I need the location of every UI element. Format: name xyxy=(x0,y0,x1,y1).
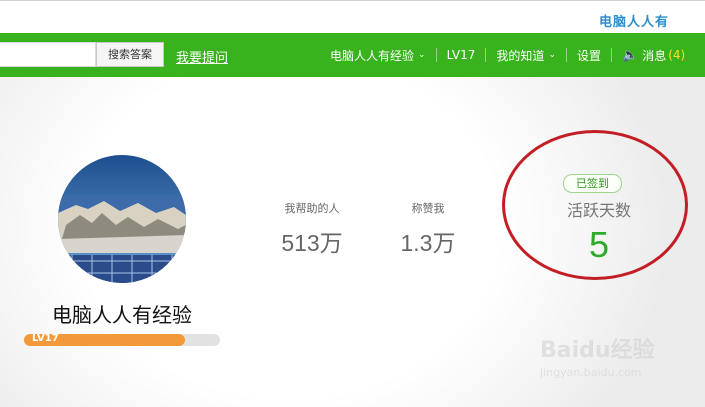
chevron-down-icon: ⌄ xyxy=(548,50,556,60)
nav-divider xyxy=(611,48,612,62)
nav-level-label: LV17 xyxy=(446,48,476,62)
avatar[interactable] xyxy=(58,155,186,283)
nav-my-zhidao[interactable]: 我的知道 ⌄ xyxy=(496,47,556,64)
navbar: 搜索答案 我要提问 电脑人人有经验 ⌄ LV17 我的知道 ⌄ 设置 🔈 消息 … xyxy=(0,33,705,77)
username[interactable]: 电脑人人有经验 xyxy=(22,299,222,328)
stat-praised[interactable]: 称赞我 1.3万 xyxy=(388,200,468,258)
baidu-watermark: Baidu经验 jingyan.baidu.com xyxy=(540,332,655,379)
stat-helped[interactable]: 我帮助的人 513万 xyxy=(262,200,362,258)
level-label: LV17 xyxy=(32,333,59,344)
chevron-down-icon: ⌄ xyxy=(418,50,426,60)
nav-settings[interactable]: 设置 xyxy=(577,47,601,64)
baidu-url: jingyan.baidu.com xyxy=(540,366,642,379)
message-count-badge: (4) xyxy=(668,48,686,62)
nav-menu: 电脑人人有经验 ⌄ LV17 我的知道 ⌄ 设置 🔈 消息 (4) xyxy=(330,33,685,77)
speaker-icon: 🔈 xyxy=(622,47,639,63)
search-button[interactable]: 搜索答案 xyxy=(96,42,164,67)
baidu-brand: Baidu经验 xyxy=(540,338,655,363)
stat-praised-label: 称赞我 xyxy=(411,202,445,215)
top-strip: 电脑人人有 xyxy=(0,0,705,33)
nav-my-zhidao-label: 我的知道 xyxy=(496,48,545,63)
nav-divider xyxy=(435,48,437,62)
ask-question-link[interactable]: 我要提问 xyxy=(176,47,228,66)
stat-praised-value: 1.3万 xyxy=(400,230,456,256)
profile-panel: 电脑人人有经验 LV17 我帮助的人 513万 称赞我 1.3万 已签到 活跃天… xyxy=(0,77,705,407)
nav-settings-label: 设置 xyxy=(576,48,601,63)
nav-level[interactable]: LV17 xyxy=(447,48,476,62)
search-input[interactable] xyxy=(0,42,96,67)
nav-messages[interactable]: 🔈 消息 (4) xyxy=(622,47,685,64)
top-watermark: 电脑人人有 xyxy=(598,15,669,30)
stat-helped-value: 513万 xyxy=(281,230,343,256)
avatar-image xyxy=(58,155,186,283)
nav-user-menu[interactable]: 电脑人人有经验 ⌄ xyxy=(330,47,426,64)
nav-messages-label: 消息 xyxy=(642,48,667,63)
nav-user-label: 电脑人人有经验 xyxy=(330,48,415,63)
nav-divider xyxy=(485,48,487,62)
nav-divider xyxy=(565,48,567,62)
stat-helped-label: 我帮助的人 xyxy=(284,202,340,215)
annotation-circle xyxy=(502,130,688,280)
level-progress-bar: LV17 xyxy=(24,333,220,346)
